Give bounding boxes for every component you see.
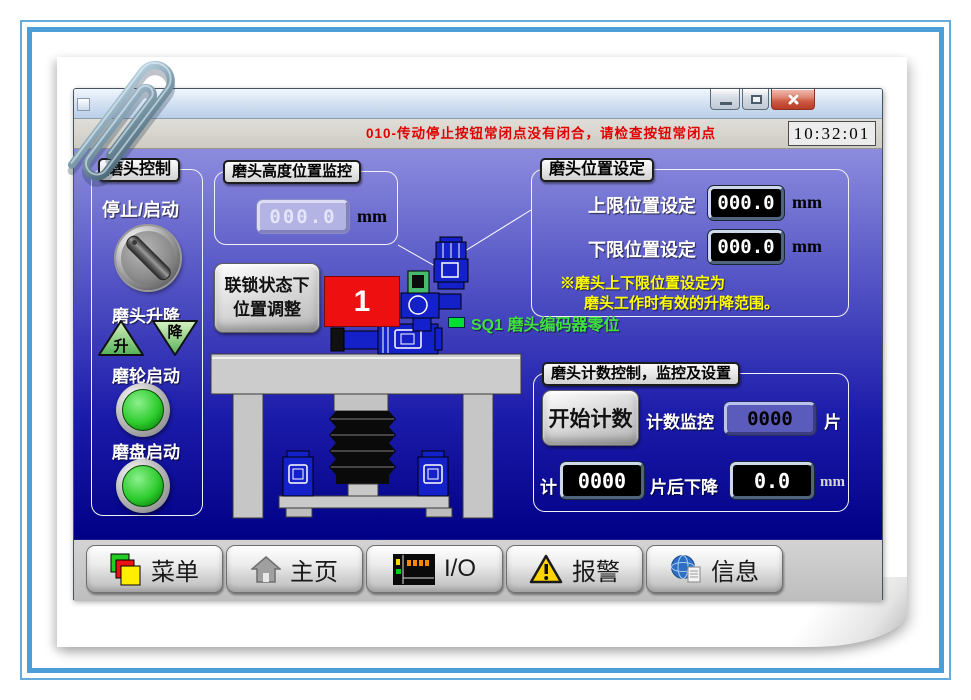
nav-info-button[interactable]: 信息	[646, 545, 783, 593]
lower-motor-right	[418, 451, 448, 496]
interlock-adjust-button[interactable]: 联锁状态下 位置调整	[214, 263, 320, 333]
count-monitor-display: 0000	[724, 402, 816, 435]
lift-up-button[interactable]: 升	[96, 318, 146, 358]
wheel-start-button[interactable]	[116, 383, 170, 437]
count-control-group: 磨头计数控制，监控及设置 开始计数 计数监控 0000 片 计 0000 片后下…	[533, 373, 849, 512]
machine-table	[211, 354, 521, 394]
height-value-display: 000.0	[257, 200, 349, 233]
nav-io-button[interactable]: I/O	[366, 545, 503, 593]
height-monitor-group: 磨头高度位置监控 000.0 mm	[214, 171, 398, 245]
io-icon	[393, 554, 435, 585]
lower-motor-left	[283, 451, 313, 496]
lower-unit: mm	[792, 236, 822, 257]
menu-icon	[110, 553, 142, 586]
after-drop-label: 片后下降	[650, 473, 718, 498]
alarm-message: 010-传动停止按钮常闭点没有闭合，请检查按钮常闭点	[366, 119, 716, 149]
lift-down-button[interactable]: 降	[150, 318, 200, 358]
start-count-button[interactable]: 开始计数	[542, 390, 639, 446]
drop-distance-input[interactable]: 0.0	[730, 462, 814, 499]
close-button[interactable]	[771, 89, 815, 110]
setting-note-line2: 磨头工作时有效的升降范围。	[584, 292, 779, 313]
upper-limit-input[interactable]: 000.0	[708, 186, 784, 220]
svg-text:升: 升	[113, 338, 128, 355]
lower-limit-label: 下限位置设定	[588, 236, 696, 262]
upper-unit: mm	[792, 192, 822, 213]
svg-text:降: 降	[167, 323, 183, 341]
stop-start-knob[interactable]	[116, 226, 180, 290]
minimize-button[interactable]	[710, 89, 740, 110]
info-icon	[670, 554, 702, 584]
lower-limit-input[interactable]: 000.0	[708, 230, 784, 264]
encoder-zero-label: SQ1 磨头编码器零位	[471, 311, 619, 335]
machine-leg-right	[463, 394, 493, 518]
encoder-block	[408, 271, 429, 294]
nav-home-button[interactable]: 主页	[226, 545, 363, 593]
machine-leg-left	[233, 394, 263, 518]
maximize-icon	[751, 95, 762, 104]
home-icon	[251, 556, 281, 583]
encoder-zero-led	[448, 317, 465, 328]
nav-menu-button[interactable]: 菜单	[86, 545, 223, 593]
machine-graphic	[199, 204, 539, 524]
nav-bar: 菜单 主页 I/O	[74, 539, 882, 601]
machine-bellows	[329, 411, 396, 484]
position-setting-group: 磨头位置设定 上限位置设定 000.0 mm 下限位置设定 000.0 mm ※…	[531, 169, 849, 317]
setting-note-line1: ※磨头上下限位置设定为	[560, 272, 725, 293]
maximize-button[interactable]	[742, 89, 769, 110]
count-control-title: 磨头计数控制，监控及设置	[542, 362, 740, 386]
upper-limit-label: 上限位置设定	[588, 192, 696, 218]
count-monitor-label: 计数监控	[646, 408, 714, 433]
count-target-input[interactable]: 0000	[560, 462, 644, 499]
paperclip-decoration	[35, 14, 225, 234]
count-prefix-label: 计	[540, 473, 557, 498]
lift-motor	[434, 237, 468, 289]
position-setting-title: 磨头位置设定	[540, 158, 654, 182]
height-unit: mm	[357, 206, 387, 227]
machine-platform	[279, 496, 449, 508]
clock-display: 10:32:01	[788, 121, 876, 146]
drop-unit: mm	[820, 474, 845, 491]
height-monitor-title: 磨头高度位置监控	[223, 160, 361, 184]
leader-line	[398, 245, 435, 266]
count-monitor-unit: 片	[824, 408, 841, 433]
disc-start-button[interactable]	[116, 459, 170, 513]
status-indicator-box: 1	[324, 276, 400, 327]
minimize-icon	[720, 102, 732, 105]
nav-alarm-button[interactable]: 报警	[506, 545, 643, 593]
alarm-icon	[529, 554, 563, 585]
